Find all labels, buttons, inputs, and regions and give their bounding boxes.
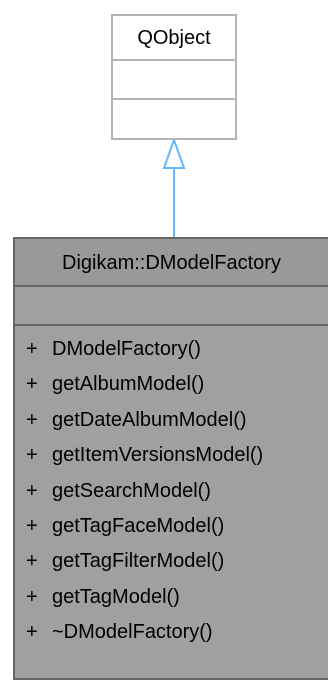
operation-name: getAlbumModel(): [52, 373, 205, 396]
operation-item[interactable]: + ~DModelFactory(): [15, 615, 328, 650]
class-dmodelfactory-attributes: [15, 287, 328, 326]
visibility-marker: +: [26, 621, 38, 644]
operation-name: ~DModelFactory(): [52, 621, 213, 644]
operation-name: getItemVersionsModel(): [52, 444, 264, 467]
visibility-marker: +: [26, 514, 38, 537]
class-dmodelfactory-name: Digikam::DModelFactory: [15, 239, 328, 287]
visibility-marker: +: [26, 373, 38, 396]
visibility-marker: +: [26, 338, 38, 360]
operation-item[interactable]: + getItemVersionsModel(): [15, 438, 328, 473]
class-dmodelfactory[interactable]: Digikam::DModelFactory + DModelFactory() …: [13, 237, 328, 680]
operation-item[interactable]: + getTagFilterModel(): [15, 544, 328, 579]
visibility-marker: +: [26, 408, 38, 431]
operation-item[interactable]: + getDateAlbumModel(): [15, 403, 328, 438]
operation-name: DModelFactory(): [52, 338, 201, 360]
visibility-marker: +: [26, 550, 38, 573]
class-qobject[interactable]: QObject: [111, 14, 237, 140]
operation-name: getSearchModel(): [52, 479, 211, 502]
class-qobject-operations: [113, 100, 235, 138]
operation-name: getDateAlbumModel(): [52, 408, 247, 431]
visibility-marker: +: [26, 585, 38, 608]
operation-name: getTagModel(): [52, 585, 180, 608]
operation-name: getTagFilterModel(): [52, 550, 225, 573]
operation-item[interactable]: + getAlbumModel(): [15, 367, 328, 402]
visibility-marker: +: [26, 444, 38, 467]
operation-item[interactable]: + DModelFactory(): [15, 332, 328, 367]
class-qobject-name: QObject: [113, 16, 235, 61]
operation-item[interactable]: + getTagFaceModel(): [15, 509, 328, 544]
class-diagram: QObject Digikam::DModelFactory + DModelFa…: [0, 0, 328, 681]
inheritance-arrowhead-icon: [162, 137, 186, 169]
operation-name: getTagFaceModel(): [52, 514, 225, 537]
class-qobject-attributes: [113, 61, 235, 100]
operation-item[interactable]: + getTagModel(): [15, 580, 328, 615]
operation-item[interactable]: + getSearchModel(): [15, 474, 328, 509]
visibility-marker: +: [26, 479, 38, 502]
class-dmodelfactory-operations: + DModelFactory() + getAlbumModel() + getDa…: [15, 326, 328, 651]
